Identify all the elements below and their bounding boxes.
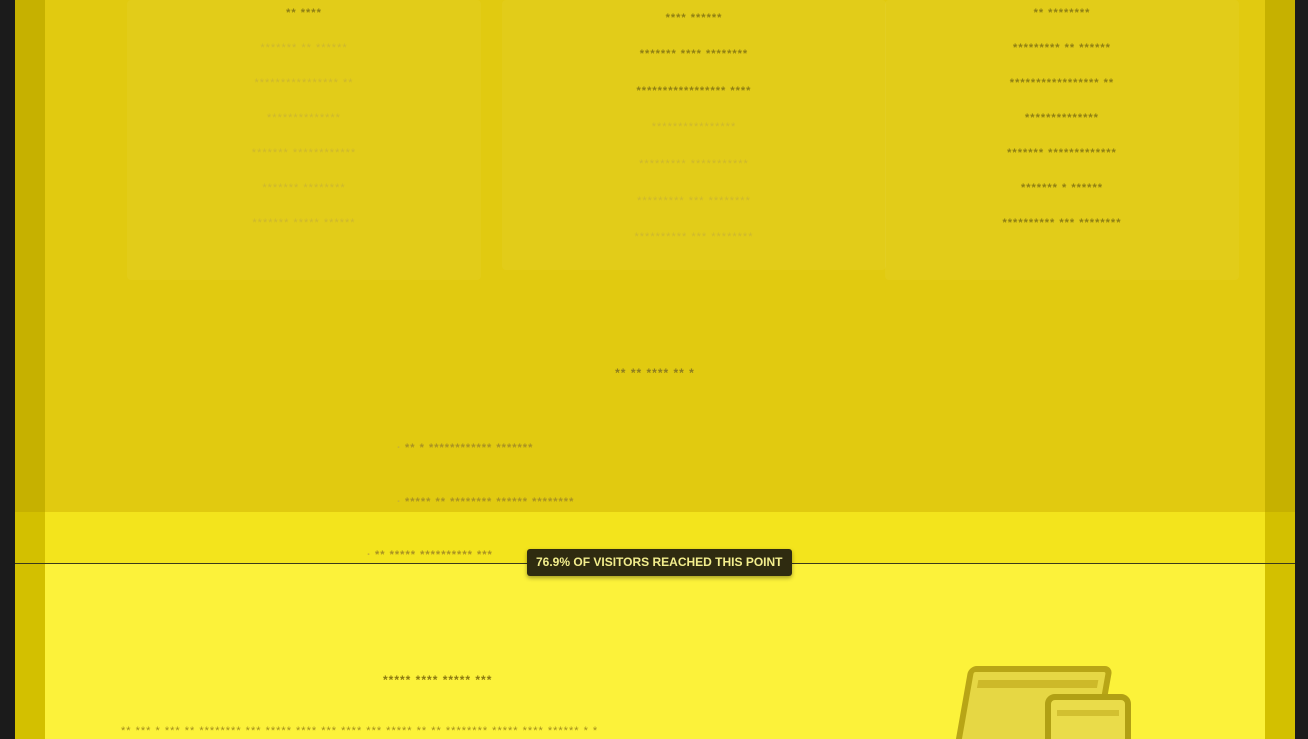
phone-header-bar <box>1057 710 1119 716</box>
promo-text: ** *** * *** ** ******** *** ***** **** … <box>121 725 599 737</box>
promo-heading: ***** **** ***** *** <box>383 673 493 687</box>
list-item: · ** ***** ********** *** <box>367 549 493 561</box>
feature-item: ********* *********** <box>639 158 749 170</box>
feature-item: ** **** <box>286 7 322 19</box>
feature-column-right: ** ******** ********* ** ****** ********… <box>885 0 1239 280</box>
feature-item: **************** <box>651 121 737 133</box>
phone-illustration-icon <box>1045 694 1131 739</box>
feature-item: ******* ***** ****** <box>252 217 356 229</box>
feature-item: ******* ************ <box>251 147 357 159</box>
feature-item: ********* ** ****** <box>1013 42 1111 54</box>
bullet-icon: · <box>367 549 372 561</box>
scroll-reach-badge: 76.9% OF VISITORS REACHED THIS POINT <box>527 549 792 576</box>
feature-item: ************** <box>267 112 341 124</box>
feature-item: ************** <box>1025 112 1099 124</box>
feature-column-left: ** **** ******* ** ****** **************… <box>127 0 481 280</box>
feature-item: ***************** **** <box>636 85 752 97</box>
feature-item: ******* ************* <box>1007 147 1117 159</box>
section-heading: ** ** **** ** * <box>615 366 695 380</box>
feature-item: ** ******** <box>1033 7 1091 19</box>
list-item-text: ***** ** ******** ****** ******** <box>405 496 575 508</box>
bullet-icon: · <box>397 496 402 508</box>
heatmap-region-top: ** **** ******* ** ****** **************… <box>15 0 1295 512</box>
feature-item: ***************** ** <box>1009 77 1115 89</box>
feature-panel-middle <box>502 0 886 270</box>
feature-item: ******* ******** <box>262 182 346 194</box>
feature-item: **************** ** <box>254 77 354 89</box>
feature-item: ******* **** ******** <box>639 48 749 60</box>
feature-item: ******* ** ****** <box>260 42 348 54</box>
heatmap-page-frame: ** **** ******* ** ****** **************… <box>15 0 1295 739</box>
feature-column-middle: **** ****** ******* **** ******** ******… <box>502 0 886 270</box>
list-item-text: ** * ************ ******* <box>405 442 534 454</box>
feature-item: ********** *** ******** <box>634 231 754 243</box>
feature-item: ******* * ****** <box>1020 182 1104 194</box>
list-item: · ** * ************ ******* <box>397 442 533 454</box>
feature-item: **** ****** <box>665 12 723 24</box>
page-content-top: ** **** ******* ** ****** **************… <box>45 0 1265 512</box>
list-item: · ***** ** ******** ****** ******** <box>397 496 574 508</box>
feature-item: ********** *** ******** <box>1002 217 1122 229</box>
tablet-header-bar <box>976 680 1099 688</box>
list-item-text: ** ***** ********** *** <box>375 549 493 561</box>
bullet-icon: · <box>397 442 402 454</box>
feature-item: ********* *** ******** <box>637 195 751 207</box>
